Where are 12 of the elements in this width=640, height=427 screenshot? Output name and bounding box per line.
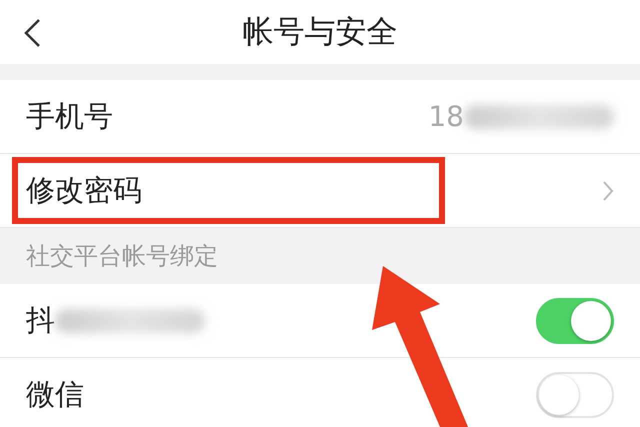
- settings-row[interactable]: 手机号 18: [0, 80, 640, 154]
- section-title: 社交平台帐号绑定: [26, 241, 218, 272]
- settings-row[interactable]: 修改密码: [0, 154, 640, 228]
- phone-number: 18: [428, 100, 464, 133]
- row-label: 手机号: [26, 98, 113, 134]
- row-label: 抖: [26, 302, 55, 338]
- chevron-icon: [602, 180, 614, 202]
- page-title: 帐号与安全: [242, 13, 398, 52]
- row-label: 修改密码: [26, 172, 142, 208]
- toggle-switch[interactable]: [536, 298, 614, 344]
- row-label: 微信: [26, 376, 84, 412]
- back-icon[interactable]: [22, 18, 42, 48]
